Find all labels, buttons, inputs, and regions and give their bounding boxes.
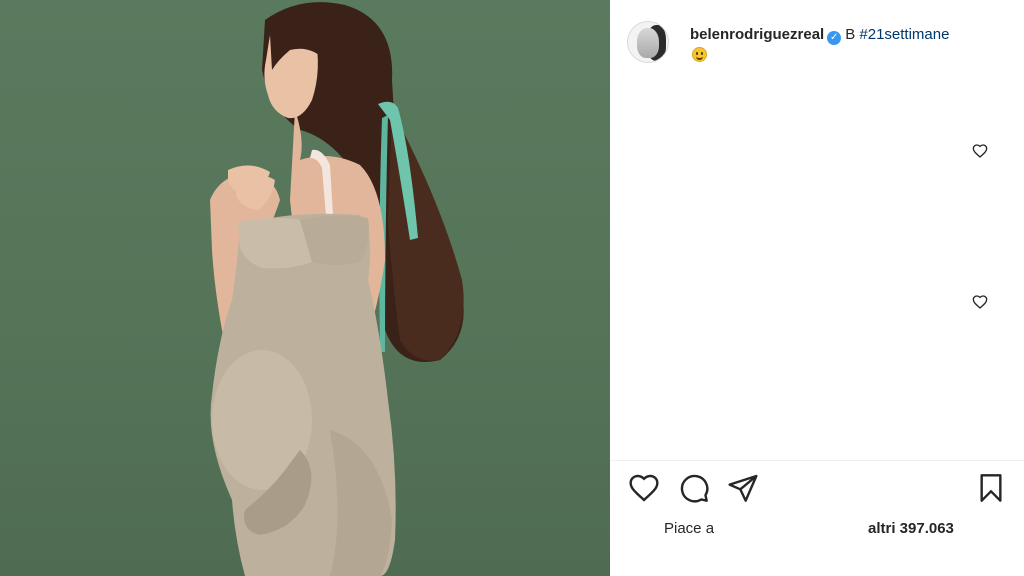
post-caption: belenrodriguezreal ✓ B #21settimane: [690, 26, 949, 45]
username-link[interactable]: belenrodriguezreal: [690, 26, 824, 43]
actions-separator: [610, 460, 1024, 461]
comment-heart-icon[interactable]: [972, 294, 988, 310]
verified-badge-icon: ✓: [827, 31, 842, 45]
comment-heart-icon[interactable]: [972, 143, 988, 159]
post-details-panel: [610, 0, 1024, 576]
post-photo[interactable]: [0, 0, 610, 576]
profile-avatar[interactable]: [627, 21, 669, 63]
like-heart-icon[interactable]: [628, 472, 660, 504]
share-paper-plane-icon[interactable]: [727, 472, 759, 504]
avatar-face: [637, 28, 659, 58]
likes-count-link[interactable]: altri 397.063: [868, 520, 954, 537]
caption-prefix: B: [845, 26, 856, 43]
hashtag-link[interactable]: #21settimane: [859, 26, 949, 43]
comment-bubble-icon[interactable]: [678, 472, 710, 504]
save-bookmark-icon[interactable]: [975, 472, 1007, 504]
smiling-face-emoji-icon: [692, 47, 707, 62]
photo-illustration: [210, 2, 464, 576]
likes-label: Piace a: [664, 520, 715, 537]
